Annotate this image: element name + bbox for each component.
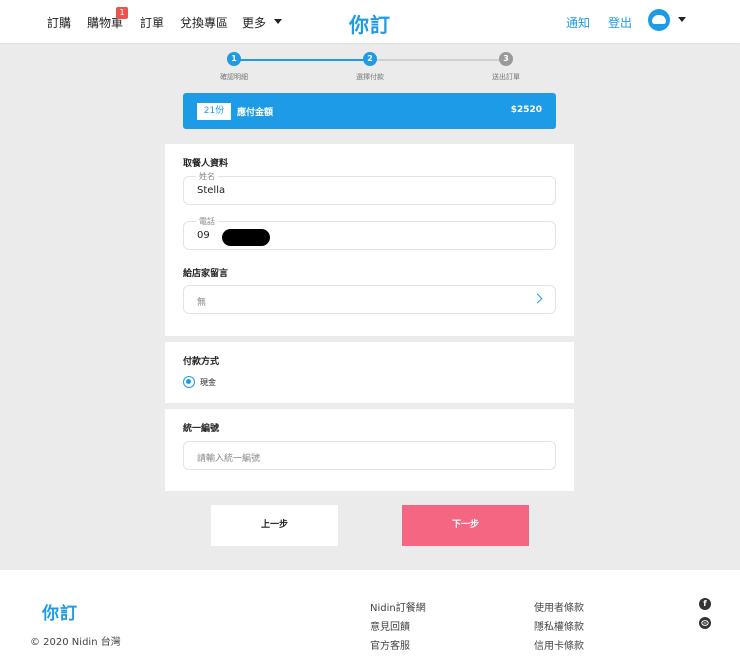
chevron-right-icon bbox=[532, 293, 543, 304]
footer-link-feedback[interactable]: 意見回饋 bbox=[370, 618, 410, 633]
step-connector-2 bbox=[376, 59, 502, 61]
step-1-dot: 1 bbox=[227, 52, 241, 66]
more-caret-icon[interactable] bbox=[274, 19, 282, 24]
nav-more[interactable]: 更多 bbox=[242, 14, 266, 31]
cash-radio[interactable] bbox=[183, 376, 195, 388]
phone-field[interactable]: 電話 09 bbox=[183, 216, 556, 250]
footer-link-support[interactable]: 官方客服 bbox=[370, 637, 410, 652]
nav-redeem[interactable]: 兌換專區 bbox=[180, 14, 228, 31]
step-1-label: 確認明細 bbox=[220, 73, 248, 81]
name-field[interactable]: 姓名 Stella bbox=[183, 171, 556, 205]
recipient-card: 取餐人資料 姓名 Stella 電話 09 給店家留言 無 bbox=[165, 144, 574, 336]
footer-link-terms[interactable]: 使用者條款 bbox=[534, 599, 584, 614]
site-logo[interactable]: 你訂 bbox=[349, 9, 391, 38]
tax-id-input[interactable]: 請輸入統一編號 bbox=[183, 441, 556, 470]
note-title: 給店家留言 bbox=[183, 269, 229, 279]
tax-id-card: 統一編號 請輸入統一編號 bbox=[165, 409, 574, 491]
phone-field-value: 09 bbox=[197, 230, 210, 241]
recipient-title: 取餐人資料 bbox=[183, 159, 229, 169]
facebook-icon[interactable]: f bbox=[699, 598, 711, 610]
note-field-value: 無 bbox=[197, 298, 207, 308]
previous-step-button[interactable]: 上一步 bbox=[211, 505, 338, 546]
footer-link-nidin[interactable]: Nidin訂餐網 bbox=[370, 599, 426, 614]
step-connector-1 bbox=[240, 59, 366, 61]
line-icon[interactable] bbox=[699, 617, 711, 629]
phone-field-label: 電話 bbox=[196, 216, 218, 227]
name-field-label: 姓名 bbox=[196, 171, 218, 182]
user-avatar[interactable] bbox=[648, 9, 670, 31]
copyright-text: © 2020 Nidin 台灣 bbox=[30, 637, 121, 648]
payment-card: 付款方式 現金 bbox=[165, 342, 574, 403]
tax-id-placeholder: 請輸入統一編號 bbox=[197, 454, 261, 464]
footer-link-card-terms[interactable]: 信用卡條款 bbox=[534, 637, 584, 652]
step-3-dot: 3 bbox=[499, 52, 513, 66]
next-step-button[interactable]: 下一步 bbox=[402, 505, 529, 546]
tax-id-title: 統一編號 bbox=[183, 424, 220, 434]
notify-link[interactable]: 通知 bbox=[566, 14, 590, 31]
step-2-label: 選擇付款 bbox=[356, 73, 384, 81]
cash-radio-label: 現金 bbox=[200, 378, 216, 387]
phone-redaction bbox=[222, 229, 270, 246]
amount-summary-bar: 21份 應付金額 $2520 bbox=[183, 93, 556, 129]
footer-logo[interactable]: 你訂 bbox=[42, 599, 78, 624]
note-field[interactable]: 無 bbox=[183, 285, 556, 314]
nav-orders[interactable]: 訂單 bbox=[140, 14, 164, 31]
account-caret-icon[interactable] bbox=[678, 17, 686, 22]
quantity-badge: 21份 bbox=[197, 103, 231, 120]
amount-total: $2520 bbox=[510, 105, 542, 115]
footer-link-privacy[interactable]: 隱私權條款 bbox=[534, 618, 584, 633]
nav-order[interactable]: 訂購 bbox=[47, 14, 71, 31]
name-field-value: Stella bbox=[197, 185, 226, 196]
payment-title: 付款方式 bbox=[183, 357, 220, 367]
step-2-dot: 2 bbox=[363, 52, 377, 66]
logout-link[interactable]: 登出 bbox=[608, 14, 632, 31]
top-header: 訂購 購物車 1 訂單 兌換專區 更多 你訂 通知 登出 bbox=[0, 0, 740, 43]
step-3-label: 送出訂單 bbox=[492, 73, 520, 81]
amount-label: 應付金額 bbox=[237, 108, 274, 118]
footer: 你訂 © 2020 Nidin 台灣 Nidin訂餐網 意見回饋 官方客服 使用… bbox=[0, 570, 740, 668]
cart-count-badge: 1 bbox=[116, 7, 128, 19]
